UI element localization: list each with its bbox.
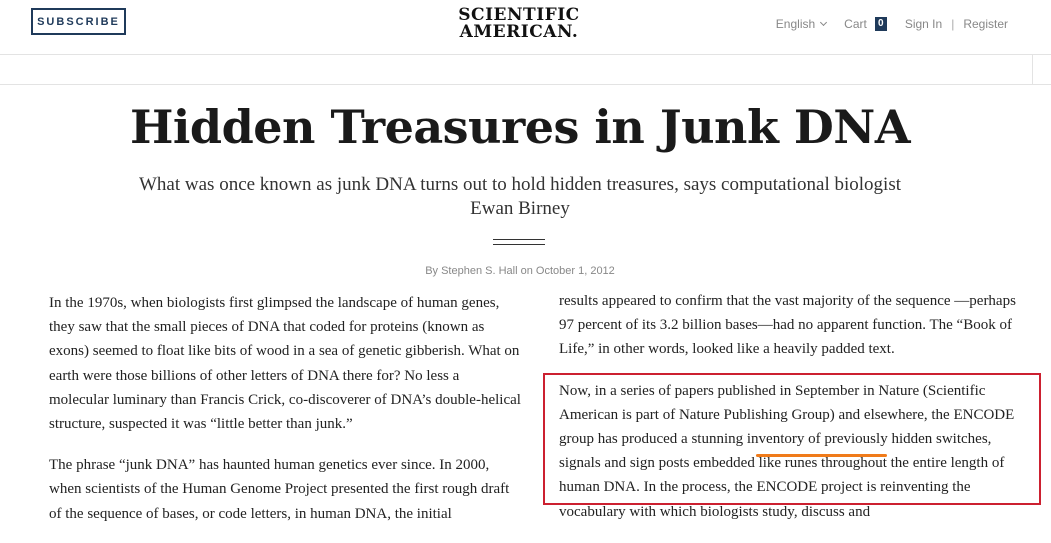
secondary-nav-divider xyxy=(1032,55,1033,84)
language-label: English xyxy=(775,17,816,31)
scientific-american-logo[interactable]: SCIENTIFIC AMERICAN. xyxy=(448,7,590,41)
cart-label: Cart xyxy=(844,17,867,31)
article-column-left: In the 1970s, when biologists first glim… xyxy=(49,291,521,543)
byline: By Stephen S. Hall on October 1, 2012 xyxy=(0,265,1040,277)
sign-in-link[interactable]: Sign In xyxy=(905,17,942,31)
language-selector[interactable]: English xyxy=(775,17,828,31)
article-title: Hidden Treasures in Junk DNA xyxy=(129,100,911,154)
paragraph: The phrase “junk DNA” has haunted human … xyxy=(49,457,510,522)
highlight-underline xyxy=(756,454,887,457)
title-divider xyxy=(493,239,545,245)
highlight-annotation-box xyxy=(543,373,1041,505)
byline-prefix: By xyxy=(425,265,439,277)
register-link[interactable]: Register xyxy=(963,17,1008,31)
cart-link[interactable]: Cart 0 xyxy=(844,17,887,31)
article-subtitle: What was once known as junk DNA turns ou… xyxy=(139,174,901,219)
subscribe-button[interactable]: SUBSCRIBE xyxy=(31,8,126,35)
cart-count-badge: 0 xyxy=(874,17,887,31)
paragraph: In the 1970s, when biologists first glim… xyxy=(49,295,521,433)
secondary-nav-bar xyxy=(0,55,1051,85)
chevron-down-icon xyxy=(820,18,828,27)
author-link[interactable]: Stephen S. Hall xyxy=(441,265,517,277)
nav-separator: | xyxy=(951,17,955,31)
top-bar: SUBSCRIBE SCIENTIFIC AMERICAN. English C… xyxy=(0,0,1051,55)
logo-line-2: AMERICAN. xyxy=(459,22,579,42)
byline-on: on xyxy=(520,265,533,277)
paragraph: results appeared to confirm that the vas… xyxy=(559,293,1016,358)
top-nav: English Cart 0 Sign In | Register xyxy=(776,17,1008,31)
publish-date: October 1, 2012 xyxy=(535,265,615,277)
